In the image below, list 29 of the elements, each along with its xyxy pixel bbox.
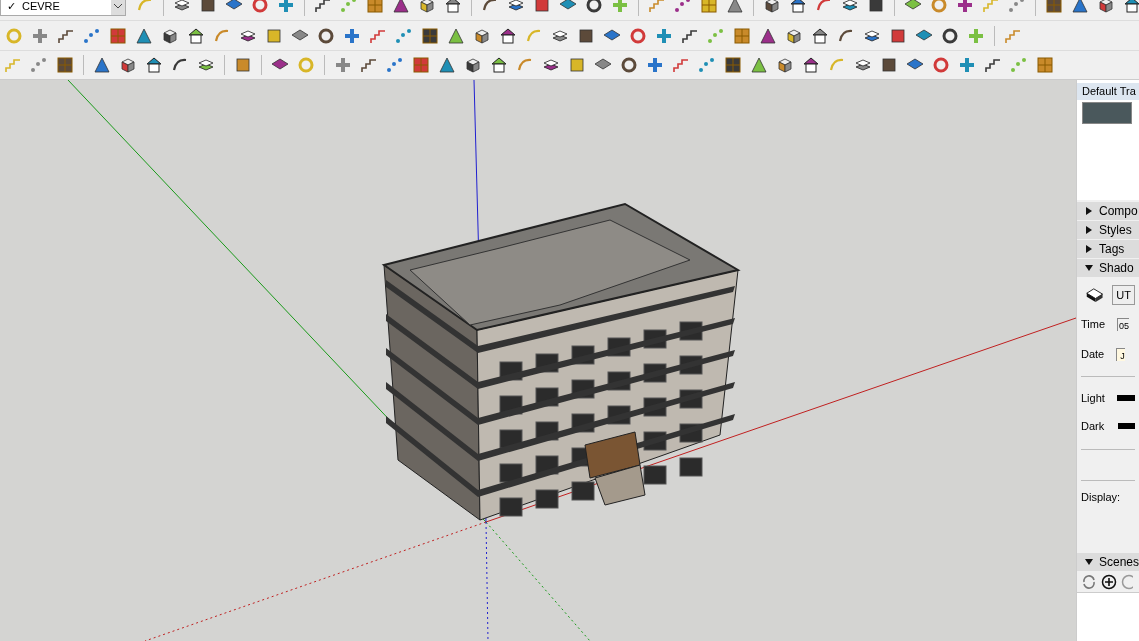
tray-section-header[interactable]: Scenes — [1077, 553, 1139, 571]
triangle-icon[interactable] — [390, 0, 412, 16]
grid-icon[interactable] — [1043, 0, 1065, 16]
grid-icon[interactable] — [364, 0, 386, 16]
check-mark: ✓ — [6, 0, 17, 14]
tray-section-header[interactable]: Styles — [1077, 221, 1139, 239]
date-label: Date — [1081, 346, 1105, 362]
triangle-icon[interactable] — [1069, 0, 1091, 16]
date-scale-label: J — [1116, 347, 1125, 361]
light-label: Light — [1081, 390, 1105, 406]
light-color-control[interactable] — [1116, 395, 1135, 401]
timezone-field[interactable]: UT — [1112, 285, 1135, 305]
tray-section-header[interactable]: Tags — [1077, 240, 1139, 258]
add-icon[interactable] — [1101, 573, 1117, 590]
style-thumbnail[interactable] — [1082, 101, 1132, 124]
time-scale-label: 05 — [1117, 317, 1130, 331]
dark-label: Dark — [1081, 418, 1105, 434]
triangle-icon[interactable] — [724, 0, 746, 16]
dark-color-control[interactable] — [1118, 423, 1135, 429]
display-label: Display: — [1081, 490, 1122, 505]
style-name: Default Tra — [1077, 83, 1139, 100]
shadow-box-icon[interactable] — [1085, 286, 1105, 304]
scene-list — [1077, 593, 1139, 641]
tray-section-header[interactable]: Compo — [1077, 202, 1139, 220]
layer-name: CEVRE — [22, 0, 61, 14]
tray-section-header[interactable]: Shado — [1077, 259, 1139, 277]
time-label: Time — [1081, 316, 1106, 332]
layer-dropdown[interactable]: ✓ CEVRE — [0, 0, 126, 16]
refresh-icon[interactable] — [1081, 573, 1097, 590]
